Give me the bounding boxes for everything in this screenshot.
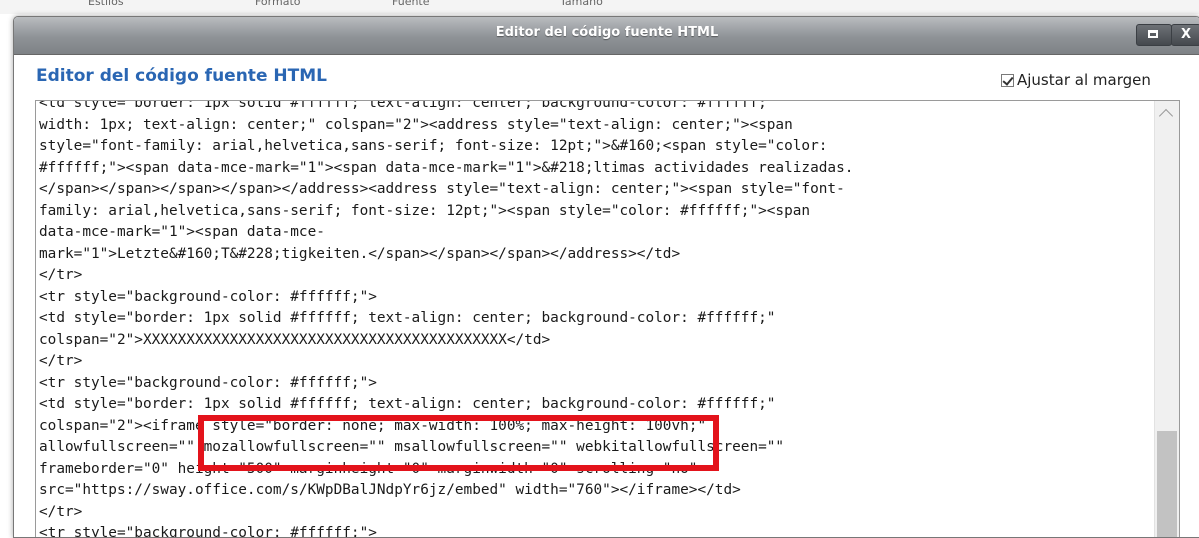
code-line[interactable]: data-mce-mark="1"><span data-mce- xyxy=(39,222,853,244)
code-line[interactable]: </tr> xyxy=(39,351,853,373)
toolbar-item-font: Fuente xyxy=(392,0,430,8)
toolbar-item-size: Tamaño xyxy=(560,0,603,8)
background-editor-toolbar: Estilos Formato Fuente Tamaño xyxy=(0,0,1199,14)
code-line[interactable]: family: arial,helvetica,sans-serif; font… xyxy=(39,201,853,223)
code-line[interactable]: width: 1px; text-align: center;" colspan… xyxy=(39,115,853,137)
code-line[interactable]: </tr> xyxy=(39,502,853,524)
toolbar-item-format: Formato xyxy=(255,0,301,8)
code-line[interactable]: <td style="border: 1px solid #ffffff; te… xyxy=(39,308,853,330)
html-source-editor-dialog: Editor del código fuente HTML X Editor d… xyxy=(13,16,1199,538)
dialog-titlebar[interactable]: Editor del código fuente HTML X xyxy=(14,17,1199,55)
code-line[interactable]: frameborder="0" height="500" marginheigh… xyxy=(39,459,853,481)
code-line[interactable]: style="font-family: arial,helvetica,sans… xyxy=(39,136,853,158)
code-line[interactable]: mark="1">Letzte&#160;T&#228;tigkeiten.</… xyxy=(39,244,853,266)
scroll-up-arrow-icon[interactable] xyxy=(1158,108,1174,124)
source-code-content[interactable]: <td style="border: 1px solid #ffffff; te… xyxy=(39,101,853,537)
code-line[interactable]: <tr style="background-color: #ffffff;"> xyxy=(39,373,853,395)
code-line[interactable]: <tr style="background-color: #ffffff;"> xyxy=(39,523,853,537)
wrap-margin-checkbox[interactable] xyxy=(1001,73,1014,87)
code-line[interactable]: colspan="2">XXXXXXXXXXXXXXXXXXXXXXXXXXXX… xyxy=(39,330,853,352)
code-line[interactable]: </tr> xyxy=(39,265,853,287)
code-line[interactable]: #ffffff;"><span data-mce-mark="1"><span … xyxy=(39,158,853,180)
code-line[interactable]: <tr style="background-color: #ffffff;"> xyxy=(39,287,853,309)
wrap-margin-label[interactable]: Ajustar al margen xyxy=(1017,71,1151,89)
code-line[interactable]: <td style="border: 1px solid #ffffff; te… xyxy=(39,101,853,115)
code-line[interactable]: src="https://sway.office.com/s/KWpDBalJN… xyxy=(39,480,853,502)
scrollbar-thumb[interactable] xyxy=(1157,431,1177,537)
panel-heading: Editor del código fuente HTML xyxy=(36,66,327,86)
code-line[interactable]: </span></span></span></span></address><a… xyxy=(39,179,853,201)
source-code-textarea[interactable]: <td style="border: 1px solid #ffffff; te… xyxy=(35,100,1180,537)
dialog-title: Editor del código fuente HTML xyxy=(495,25,719,40)
checkmark-icon xyxy=(1002,73,1014,86)
wrap-margin-option[interactable]: Ajustar al margen xyxy=(1001,70,1151,90)
code-line[interactable]: allowfullscreen="" mozallowfullscreen=""… xyxy=(39,437,853,459)
toolbar-item-styles: Estilos xyxy=(88,0,124,8)
code-line[interactable]: colspan="2"><iframe style="border: none;… xyxy=(39,416,853,438)
close-icon: X xyxy=(1180,27,1192,42)
maximize-button[interactable] xyxy=(1136,24,1172,46)
code-line[interactable]: <td style="border: 1px solid #ffffff; te… xyxy=(39,394,853,416)
vertical-scrollbar[interactable] xyxy=(1154,101,1179,537)
close-button[interactable]: X xyxy=(1171,24,1199,46)
maximize-icon xyxy=(1148,30,1158,38)
